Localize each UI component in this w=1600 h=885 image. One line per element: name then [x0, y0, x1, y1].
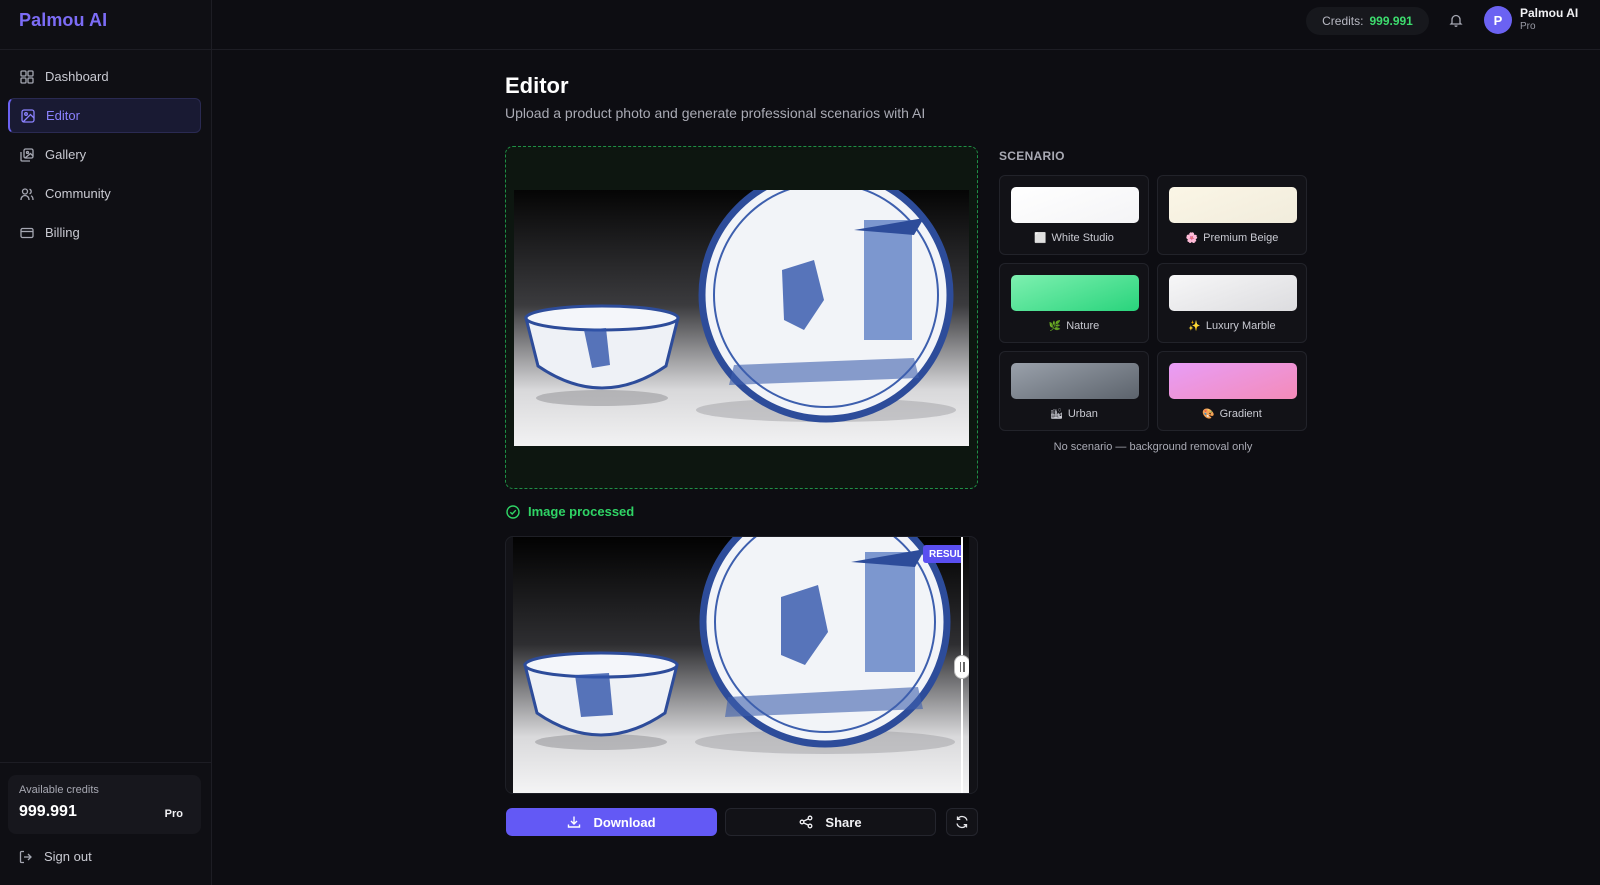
credits-card-label: Available credits: [19, 784, 99, 796]
white-square-icon: ⬜: [1034, 232, 1047, 244]
avatar[interactable]: P: [1484, 6, 1512, 34]
scenario-swatch: [1011, 363, 1139, 399]
sidebar-item-label: Dashboard: [45, 69, 109, 84]
sidebar-item-community[interactable]: Community: [8, 176, 201, 211]
sign-out-button[interactable]: Sign out: [19, 849, 92, 864]
regenerate-button[interactable]: [946, 808, 978, 836]
sidebar-item-gallery[interactable]: Gallery: [8, 137, 201, 172]
porcelain-photo-original: [524, 190, 956, 423]
scenario-swatch: [1011, 187, 1139, 223]
page-title: Editor: [505, 73, 569, 98]
credit-card-icon: [20, 226, 34, 240]
scenario-card-gradient[interactable]: 🎨 Gradient: [1157, 351, 1307, 431]
porcelain-photo-result: [523, 537, 955, 754]
scenario-card-luxury-marble[interactable]: ✨ Luxury Marble: [1157, 263, 1307, 343]
scenario-label: White Studio: [1051, 232, 1114, 244]
city-icon: 🏙: [1050, 408, 1063, 420]
scenario-label: Luxury Marble: [1205, 320, 1276, 332]
before-after-compare[interactable]: RESULT: [505, 536, 978, 794]
sidebar: Palmou AI Dashboard Editor Gallery Commu…: [0, 0, 212, 885]
status-text: Image processed: [528, 504, 635, 519]
scenario-swatch: [1011, 275, 1139, 311]
sidebar-item-label: Editor: [46, 108, 80, 123]
leaf-icon: 🌿: [1048, 320, 1062, 332]
uploaded-product-image: [514, 190, 969, 446]
scenario-label: Gradient: [1219, 408, 1262, 420]
credits-label: Credits:: [1322, 14, 1364, 28]
sidebar-item-dashboard[interactable]: Dashboard: [8, 59, 201, 94]
user-plan: Pro: [1520, 21, 1536, 32]
scenario-card-premium-beige[interactable]: 🌸 Premium Beige: [1157, 175, 1307, 255]
sparkles-icon: ✨: [1188, 320, 1201, 332]
page-subtitle: Upload a product photo and generate prof…: [505, 105, 926, 121]
credits-value: 999.991: [1369, 14, 1413, 28]
log-out-icon: [19, 850, 33, 864]
divider: [0, 49, 212, 50]
share-icon: [799, 815, 813, 829]
plan-badge: Pro: [164, 808, 183, 820]
scenario-title: SCENARIO: [999, 149, 1065, 163]
bell-icon[interactable]: [1449, 13, 1463, 27]
scenario-label: Urban: [1067, 408, 1098, 420]
credits-card: Available credits 999.991 Pro: [8, 775, 201, 834]
divider: [0, 762, 212, 763]
scenario-label: Nature: [1066, 320, 1100, 332]
status-message: Image processed: [506, 504, 634, 519]
share-label: Share: [825, 814, 862, 830]
sign-out-label: Sign out: [44, 849, 92, 864]
result-image: RESULT: [513, 537, 969, 793]
sidebar-item-editor[interactable]: Editor: [8, 98, 201, 133]
result-tag: RESULT: [923, 545, 961, 563]
flower-icon: 🌸: [1185, 232, 1199, 244]
dashboard-icon: [20, 69, 34, 84]
user-name: Palmou AI: [1520, 6, 1579, 20]
download-label: Download: [593, 814, 656, 830]
users-icon: [20, 187, 34, 201]
sidebar-nav: Dashboard Editor Gallery Community Billi…: [8, 59, 201, 254]
scenario-swatch: [1169, 275, 1297, 311]
no-scenario-option[interactable]: No scenario — background removal only: [999, 441, 1307, 453]
share-button[interactable]: Share: [725, 808, 936, 836]
scenario-card-urban[interactable]: 🏙 Urban: [999, 351, 1149, 431]
palette-icon: 🎨: [1202, 408, 1215, 420]
gallery-icon: [20, 147, 34, 162]
scenario-swatch: [1169, 363, 1297, 399]
scenario-grid: ⬜ White Studio 🌸 Premium Beige 🌿 Nature ✨ Lu…: [999, 175, 1307, 431]
download-button[interactable]: Download: [506, 808, 717, 836]
check-circle-icon: [506, 504, 520, 519]
compare-slider-handle[interactable]: [954, 655, 969, 679]
download-icon: [567, 815, 581, 829]
scenario-swatch: [1169, 187, 1297, 223]
scenario-card-nature[interactable]: 🌿 Nature: [999, 263, 1149, 343]
credits-pill[interactable]: Credits: 999.991: [1306, 7, 1429, 35]
sidebar-item-label: Gallery: [45, 147, 87, 162]
refresh-icon: [955, 815, 969, 829]
image-icon: [21, 108, 35, 123]
upload-dropzone[interactable]: [505, 146, 978, 489]
sidebar-item-label: Billing: [45, 225, 80, 240]
scenario-label: Premium Beige: [1203, 232, 1279, 244]
sidebar-item-billing[interactable]: Billing: [8, 215, 201, 250]
scenario-card-white-studio[interactable]: ⬜ White Studio: [999, 175, 1149, 255]
brand-logo[interactable]: Palmou AI: [19, 10, 107, 31]
sidebar-item-label: Community: [45, 186, 111, 201]
